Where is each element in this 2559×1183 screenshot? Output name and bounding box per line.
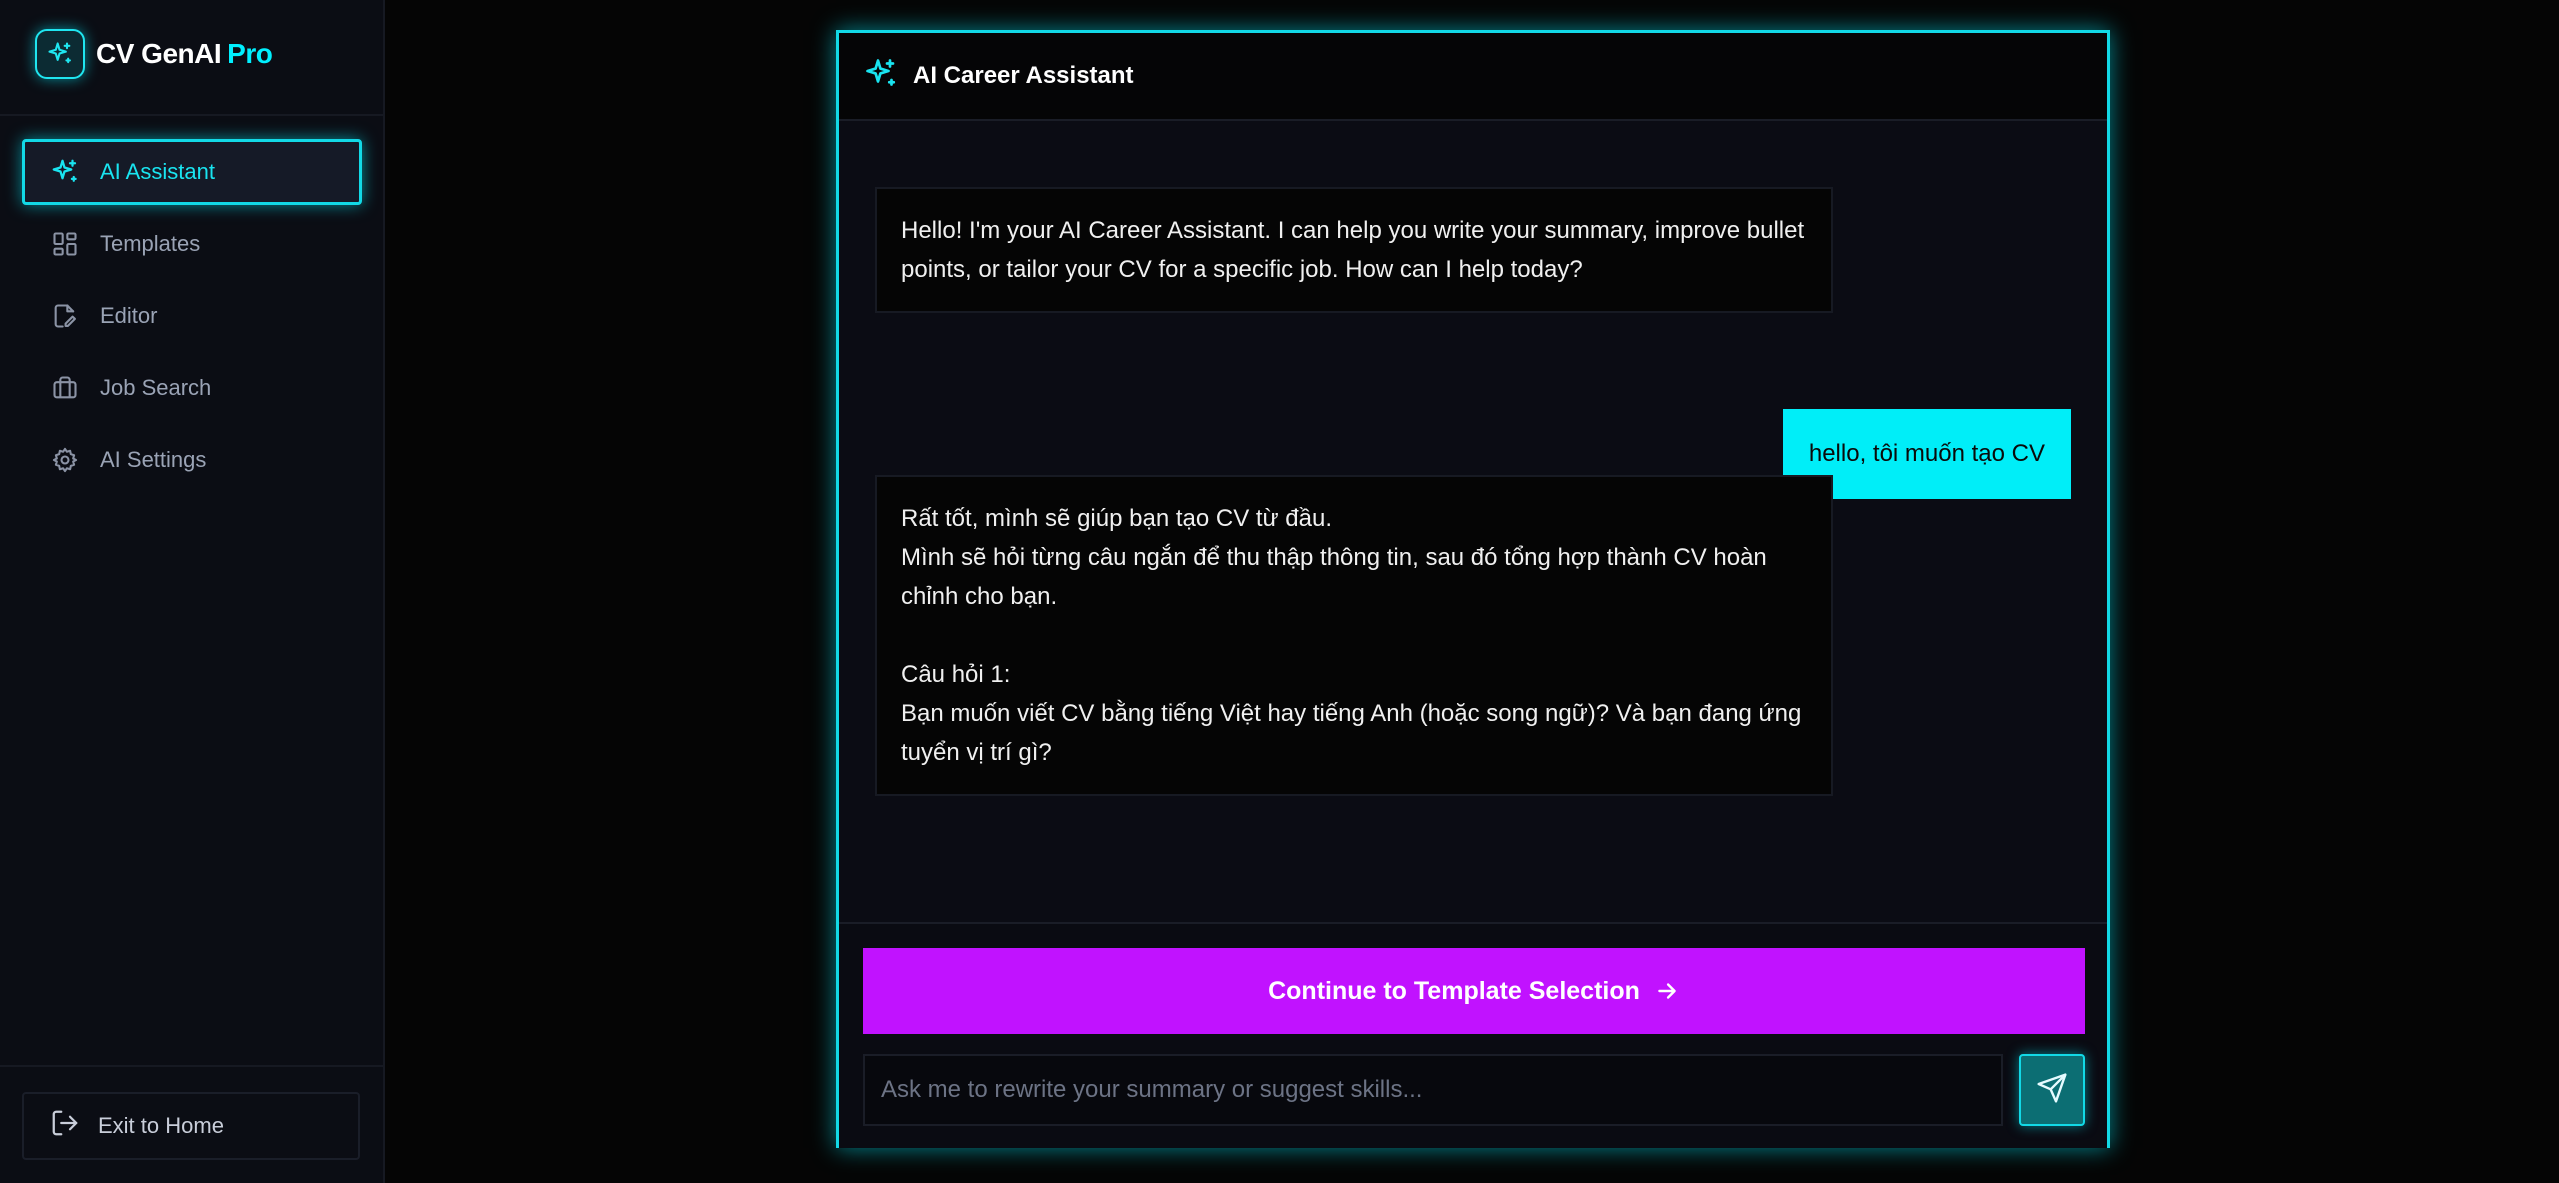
assistant-message: Rất tốt, mình sẽ giúp bạn tạo CV từ đầu.…: [875, 475, 1833, 796]
brand-name-accent: Pro: [227, 38, 273, 69]
brand-name-text: CV GenAI: [96, 38, 222, 69]
message-list: Hello! I'm your AI Career Assistant. I c…: [839, 123, 2107, 953]
chat-footer: Continue to Template Selection: [839, 922, 2107, 1148]
continue-label: Continue to Template Selection: [1268, 976, 1640, 1005]
sidebar-item-editor[interactable]: Editor: [22, 283, 362, 349]
assistant-message: Hello! I'm your AI Career Assistant. I c…: [875, 187, 1833, 313]
exit-label: Exit to Home: [98, 1113, 224, 1138]
sidebar-item-ai-assistant[interactable]: AI Assistant: [22, 139, 362, 205]
sidebar-item-label: AI Assistant: [100, 159, 215, 184]
sparkles-icon: [50, 157, 80, 187]
sidebar-item-label: Job Search: [100, 375, 212, 400]
layout-grid-icon: [50, 229, 80, 259]
arrow-right-icon: [1654, 978, 1680, 1004]
sidebar-item-label: AI Settings: [100, 447, 207, 472]
sidebar: CV GenAI Pro AI Assistant Templates Edit…: [0, 0, 385, 1183]
chat-panel: AI Career Assistant Hello! I'm your AI C…: [836, 30, 2110, 1148]
briefcase-icon: [50, 373, 80, 403]
exit-to-home-button[interactable]: Exit to Home: [22, 1092, 360, 1160]
send-icon: [2036, 1072, 2068, 1109]
logout-icon: [50, 1108, 80, 1144]
send-button[interactable]: [2019, 1054, 2085, 1126]
sidebar-item-job-search[interactable]: Job Search: [22, 355, 362, 421]
gear-icon: [50, 445, 80, 475]
sidebar-item-templates[interactable]: Templates: [22, 211, 362, 277]
sidebar-item-label: Editor: [100, 303, 158, 328]
chat-header: AI Career Assistant: [839, 33, 2107, 121]
sidebar-item-ai-settings[interactable]: AI Settings: [22, 427, 362, 493]
sidebar-item-label: Templates: [100, 231, 201, 256]
continue-to-template-selection-button[interactable]: Continue to Template Selection: [863, 948, 2085, 1034]
chat-input[interactable]: [863, 1054, 2003, 1126]
brand: CV GenAI Pro: [0, 0, 383, 116]
file-edit-icon: [50, 301, 80, 331]
chat-title: AI Career Assistant: [913, 62, 1134, 89]
sidebar-footer: Exit to Home: [0, 1065, 383, 1183]
brand-name: CV GenAI Pro: [96, 38, 273, 70]
sparkles-icon: [35, 29, 85, 79]
app-root: CV GenAI Pro AI Assistant Templates Edit…: [0, 0, 2559, 1183]
sparkles-icon: [863, 56, 899, 97]
sidebar-nav: AI Assistant Templates Editor Job Search…: [22, 139, 362, 499]
